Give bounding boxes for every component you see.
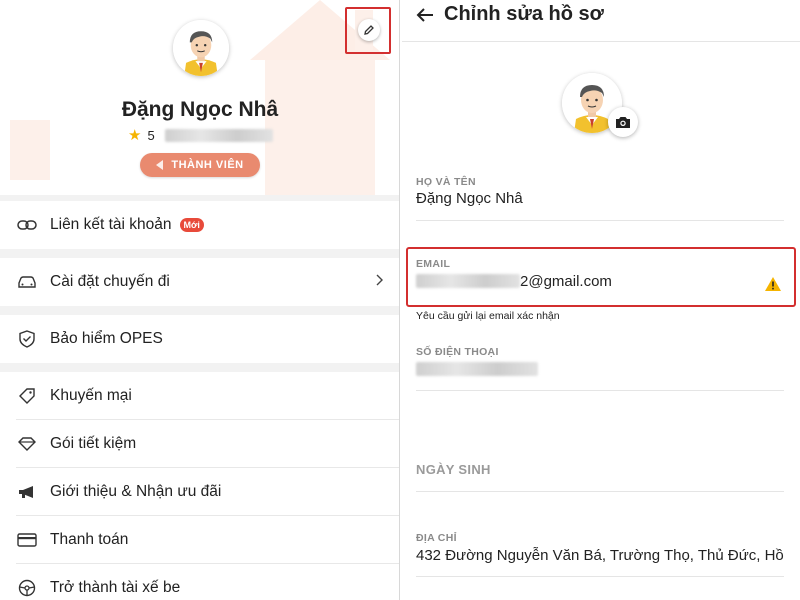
header-decoration [10, 120, 50, 180]
rating-row: ★ 5 [128, 126, 273, 144]
change-photo-button[interactable] [608, 107, 638, 137]
menu-item-link-account[interactable]: Liên kết tài khoản Mới [0, 201, 399, 249]
menu-item-insurance[interactable]: Bảo hiểm OPES [0, 315, 399, 363]
menu-item-savings-package[interactable]: Gói tiết kiệm [0, 420, 399, 468]
menu-item-label: Thanh toán [50, 531, 129, 548]
camera-icon [616, 116, 630, 128]
menu-item-label: Bảo hiểm OPES [50, 330, 163, 347]
field-underline [416, 491, 784, 492]
menu-item-label: Trở thành tài xế be [50, 579, 181, 596]
menu-item-label: Gói tiết kiệm [50, 435, 137, 452]
member-badge[interactable]: THÀNH VIÊN [140, 153, 260, 177]
badge-tier-icon [156, 160, 164, 170]
blurred-info [164, 128, 273, 142]
email-label: EMAIL [416, 258, 451, 270]
member-badge-label: THÀNH VIÊN [171, 159, 244, 171]
tag-icon [16, 385, 38, 407]
avatar[interactable] [173, 20, 229, 76]
highlight-box [345, 7, 391, 54]
address-field[interactable]: 432 Đường Nguyễn Văn Bá, Trường Thọ, Thủ… [416, 547, 786, 564]
steering-wheel-icon [16, 577, 38, 599]
blurred-info [416, 274, 520, 288]
car-icon [16, 271, 38, 293]
top-bar: Chỉnh sửa hồ sơ [402, 0, 800, 42]
email-value: 2@gmail.com [520, 273, 612, 290]
header-decoration [265, 60, 375, 195]
rating-value: 5 [147, 127, 155, 143]
profile-screen: Đặng Ngọc Nhâ ★ 5 THÀNH VIÊN Liên kết tà… [0, 0, 400, 600]
phone-label: SỐ ĐIỆN THOẠI [416, 346, 499, 358]
address-label: ĐỊA CHỈ [416, 532, 457, 544]
menu-item-promotions[interactable]: Khuyến mại [0, 372, 399, 420]
new-badge: Mới [179, 218, 204, 232]
megaphone-icon [16, 481, 38, 503]
blurred-info [416, 362, 538, 376]
profile-header: Đặng Ngọc Nhâ ★ 5 THÀNH VIÊN [0, 0, 399, 195]
shield-icon [16, 328, 38, 350]
section-gap [0, 249, 399, 258]
section-gap [0, 363, 399, 372]
back-arrow-icon[interactable] [414, 7, 436, 32]
edit-profile-screen: Chỉnh sửa hồ sơ HỌ VÀ TÊN Đặng Ngọc Nhâ … [402, 0, 800, 600]
chevron-right-icon [376, 273, 384, 292]
section-gap [0, 306, 399, 315]
menu-item-label: Liên kết tài khoản [50, 216, 172, 233]
menu-item-label: Khuyến mại [50, 387, 132, 404]
star-icon: ★ [128, 127, 142, 144]
card-icon [16, 529, 38, 551]
name-label: HỌ VÀ TÊN [416, 176, 476, 188]
profile-name: Đặng Ngọc Nhâ [121, 98, 279, 121]
field-underline [416, 220, 784, 221]
menu-item-trip-settings[interactable]: Cài đặt chuyến đi [0, 258, 399, 306]
menu-item-referral[interactable]: Giới thiệu & Nhận ưu đãi [0, 468, 399, 516]
page-title: Chỉnh sửa hồ sơ [444, 3, 604, 25]
menu-item-payment[interactable]: Thanh toán [0, 516, 399, 564]
menu-item-label: Cài đặt chuyến đi [50, 273, 170, 290]
diamond-icon [16, 433, 38, 455]
field-underline [416, 390, 784, 391]
field-underline [416, 576, 784, 577]
link-icon [16, 214, 38, 236]
dob-field[interactable]: NGÀY SINH [416, 462, 491, 477]
resend-verification-link[interactable]: Yêu cầu gửi lại email xác nhận [416, 310, 560, 322]
menu-item-become-driver[interactable]: Trở thành tài xế be [0, 564, 399, 600]
email-field[interactable]: 2@gmail.com [416, 273, 612, 290]
menu-item-label: Giới thiệu & Nhận ưu đãi [50, 483, 222, 500]
warning-icon [764, 276, 782, 297]
name-field[interactable]: Đặng Ngọc Nhâ [416, 190, 523, 207]
